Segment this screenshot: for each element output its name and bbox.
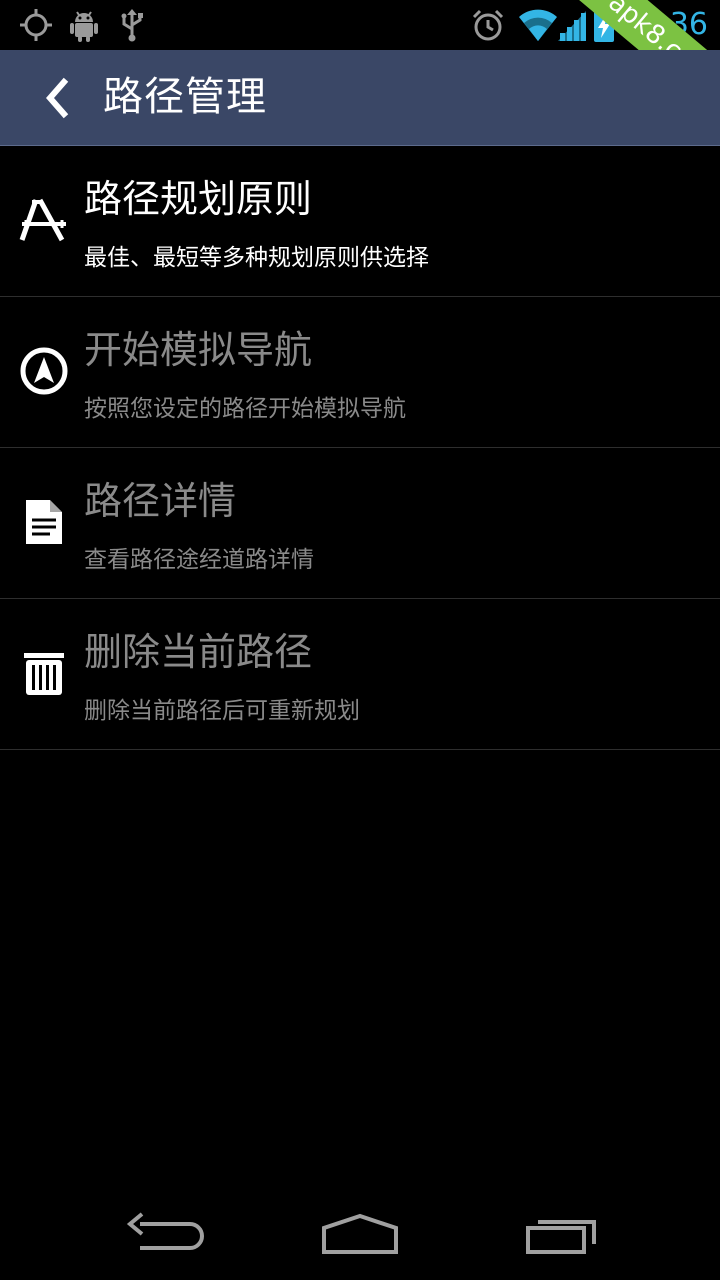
back-nav-icon[interactable]	[110, 1206, 210, 1266]
document-icon	[26, 500, 62, 544]
action-bar: 路径管理	[0, 50, 720, 146]
list-item-title: 删除当前路径	[84, 630, 313, 674]
list-item-subtitle: 查看路径途经道路详情	[84, 547, 314, 573]
page-title: 路径管理	[103, 74, 267, 120]
list-item-title: 路径详情	[84, 479, 237, 523]
menu-list: 路径规划原则 最佳、最短等多种规划原则供选择 开始模拟导航 按照您设定的路径开始…	[0, 146, 720, 750]
list-item-simulate-navigation[interactable]: 开始模拟导航 按照您设定的路径开始模拟导航	[0, 297, 720, 448]
home-icon[interactable]	[310, 1206, 410, 1266]
list-item-route-rule[interactable]: 路径规划原则 最佳、最短等多种规划原则供选择	[0, 146, 720, 297]
status-bar: 1:36 apk8.com	[0, 0, 720, 50]
gps-icon	[20, 9, 52, 41]
trash-icon	[24, 653, 64, 695]
wifi-icon	[519, 9, 557, 41]
navigation-bar	[0, 1192, 720, 1280]
list-item-subtitle: 按照您设定的路径开始模拟导航	[84, 396, 406, 422]
recent-apps-icon[interactable]	[514, 1206, 614, 1266]
android-debug-icon	[70, 11, 98, 42]
list-item-subtitle: 最佳、最短等多种规划原则供选择	[84, 245, 429, 271]
list-item-subtitle: 删除当前路径后可重新规划	[84, 698, 360, 724]
list-item-route-details[interactable]: 路径详情 查看路径途经道路详情	[0, 448, 720, 599]
alarm-icon	[472, 9, 504, 41]
usb-icon	[121, 9, 143, 42]
list-item-delete-route[interactable]: 删除当前路径 删除当前路径后可重新规划	[0, 599, 720, 750]
list-item-title: 开始模拟导航	[84, 328, 313, 372]
route-rule-icon	[19, 198, 66, 242]
signal-icon	[558, 11, 586, 41]
back-button[interactable]	[28, 68, 88, 128]
navigation-icon	[20, 347, 68, 395]
list-item-title: 路径规划原则	[84, 177, 313, 221]
